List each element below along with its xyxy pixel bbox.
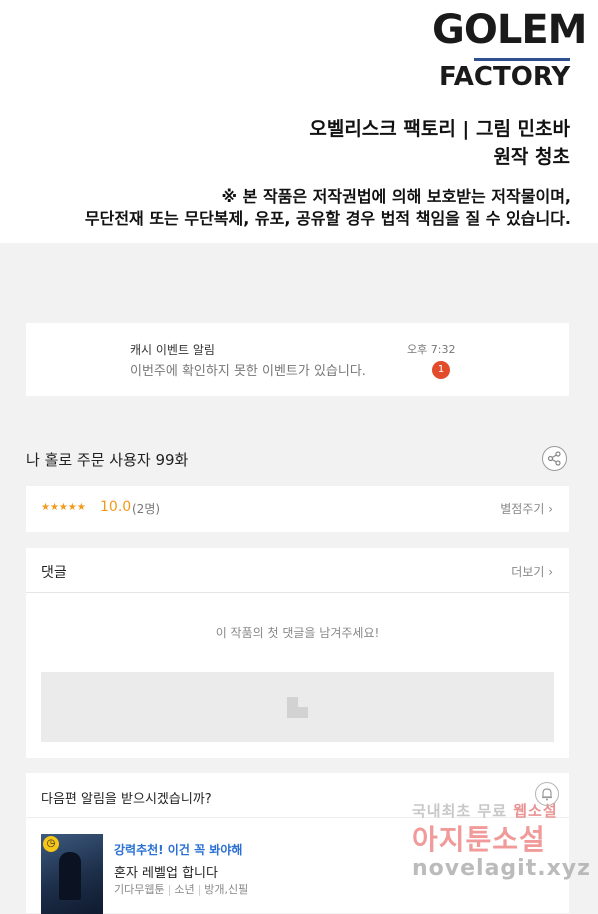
logo-text-golem: GOLEM	[432, 7, 587, 53]
divider	[26, 592, 569, 593]
rate-button[interactable]: 별점주기 ›	[500, 500, 553, 517]
episode-header-banner: GOLEM FACTORY 오벨리스크 팩토리 | 그림 민초바 원작 청초 ※…	[0, 0, 598, 243]
meta-authors: 방개,신필	[204, 883, 249, 896]
recommended-work-meta: 기다무웹툰 | 소년 | 방개,신필	[114, 881, 248, 897]
subscribe-question: 다음편 알림을 받으시겠습니까?	[41, 792, 212, 807]
meta-category: 기다무웹툰	[114, 883, 165, 896]
recommend-label: 강력추천! 이건 꼭 봐야해	[114, 843, 243, 857]
notification-time: 오후 7:32	[407, 343, 456, 356]
notification-message: 이번주에 확인하지 못한 이벤트가 있습니다.	[130, 364, 366, 379]
recommended-work-title[interactable]: 혼자 레벨업 합니다	[114, 862, 218, 881]
share-button[interactable]	[542, 446, 567, 471]
credit-line-original: 원작 청초	[493, 146, 570, 168]
ad-placeholder[interactable]	[41, 672, 554, 742]
rating-card: ★★★★★ 10.0 (2명) 별점주기 ›	[26, 486, 569, 532]
rating-stars: ★★★★★	[41, 502, 86, 513]
recommended-work-thumbnail[interactable]: ◷	[41, 834, 103, 914]
meta-genre: 소년	[174, 883, 195, 896]
image-placeholder-icon-cut	[298, 697, 308, 707]
copyright-notice-line2: 무단전재 또는 무단복제, 유포, 공유할 경우 법적 책임을 질 수 있습니다…	[84, 209, 571, 228]
episode-title: 나 홀로 주문 사용자 99화	[26, 451, 189, 469]
thumbnail-character	[59, 852, 81, 900]
comments-header: 댓글	[41, 565, 67, 581]
comments-section: 댓글 더보기 › 이 작품의 첫 댓글을 남겨주세요!	[26, 548, 569, 758]
notification-title: 캐시 이벤트 알림	[130, 343, 215, 357]
comments-empty-text: 이 작품의 첫 댓글을 남겨주세요!	[215, 626, 380, 640]
rating-score: 10.0	[100, 499, 132, 515]
share-icon	[547, 451, 561, 466]
copyright-notice-line1: ※ 본 작품은 저작권법에 의해 보호받는 저작물이며,	[221, 187, 571, 206]
wait-free-clock-icon: ◷	[43, 836, 59, 852]
meta-separator: |	[167, 883, 172, 896]
logo-text-factory: FACTORY	[439, 62, 571, 92]
credit-line-studio-art: 오벨리스크 팩토리 | 그림 민초바	[309, 118, 570, 140]
comments-more-link[interactable]: 더보기 ›	[511, 563, 553, 580]
rating-count: (2명)	[132, 502, 161, 516]
cash-event-notification[interactable]: 캐시 이벤트 알림 이번주에 확인하지 못한 이벤트가 있습니다. 오후 7:3…	[26, 323, 569, 396]
notification-count-badge: 1	[432, 361, 450, 379]
meta-separator: |	[197, 883, 202, 896]
watermark-url: novelagit.xyz	[412, 856, 591, 881]
golem-factory-logo: GOLEM FACTORY	[430, 6, 587, 94]
watermark-site-name: 아지툰소설	[412, 823, 546, 856]
